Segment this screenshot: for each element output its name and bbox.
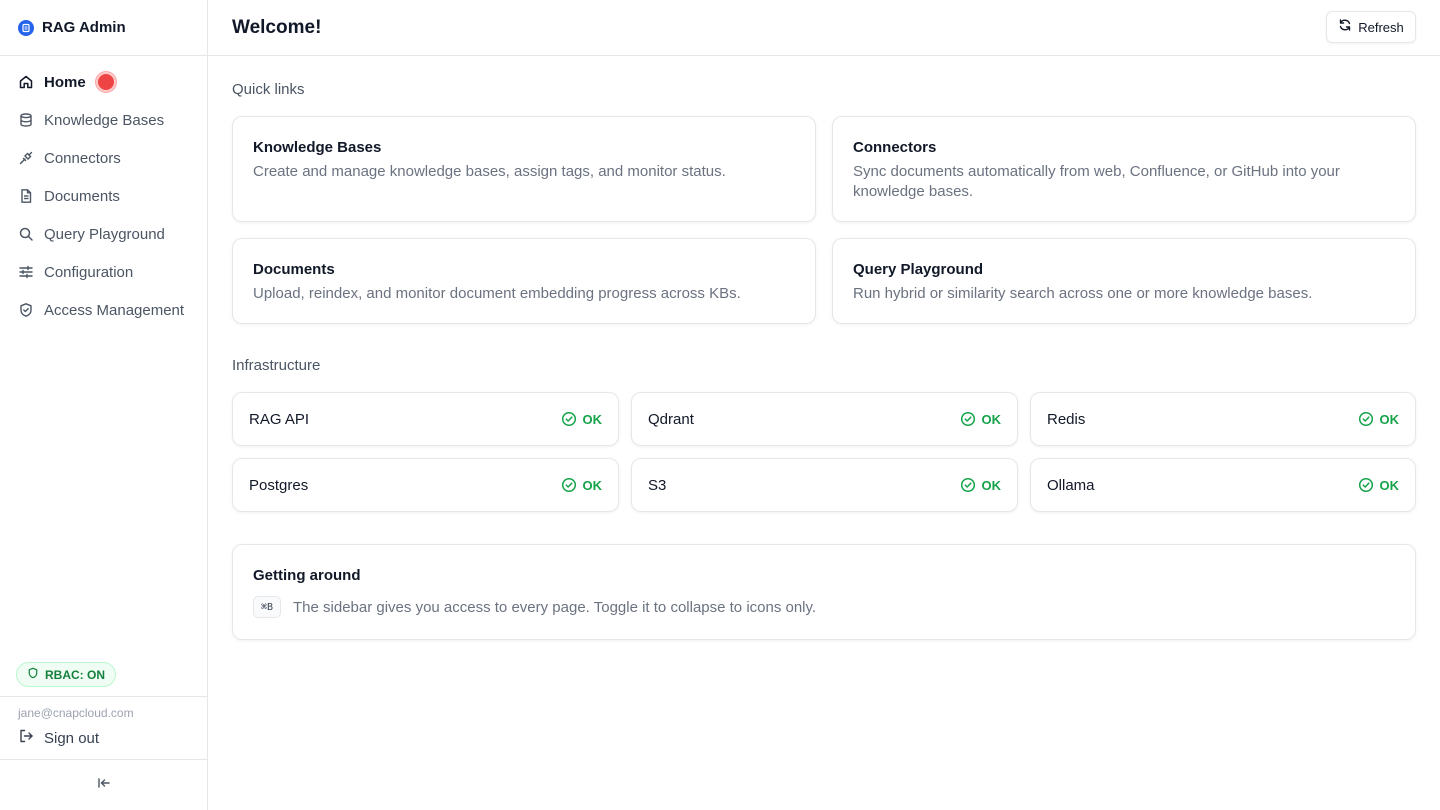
rbac-label: RBAC: ON: [45, 667, 105, 682]
sidebar-item-label: Home: [44, 73, 86, 91]
service-card-s3: S3 OK: [631, 458, 1018, 512]
service-card-qdrant: Qdrant OK: [631, 392, 1018, 446]
check-circle-icon: [960, 411, 975, 427]
status-badge: OK: [1358, 477, 1400, 493]
service-card-rag-api: RAG API OK: [232, 392, 619, 446]
status-label: OK: [582, 411, 603, 427]
sidebar-item-label: Connectors: [44, 149, 121, 167]
quick-link-connectors[interactable]: Connectors Sync documents automatically …: [832, 116, 1416, 222]
page-header: Welcome! Refresh: [208, 0, 1440, 56]
service-card-postgres: Postgres OK: [232, 458, 619, 512]
status-badge: OK: [561, 477, 603, 493]
sign-out-button[interactable]: Sign out: [18, 728, 189, 749]
check-circle-icon: [561, 411, 576, 427]
quick-links-title: Quick links: [232, 81, 305, 98]
sidebar-item-connectors[interactable]: Connectors: [0, 139, 207, 177]
check-circle-icon: [1358, 411, 1373, 427]
sidebar-item-documents[interactable]: Documents: [0, 177, 207, 215]
infrastructure-title: Infrastructure: [232, 357, 321, 374]
user-email: jane@cnapcloud.com: [18, 706, 134, 720]
sidebar-item-home[interactable]: Home: [0, 63, 207, 101]
service-name: Postgres: [249, 476, 309, 494]
brand[interactable]: RAG Admin: [0, 0, 207, 56]
status-label: OK: [981, 477, 1002, 493]
plug-icon: [18, 150, 34, 166]
quick-link-description: Sync documents automatically from web, C…: [853, 163, 1340, 200]
database-icon: [18, 112, 34, 128]
status-badge: OK: [960, 477, 1002, 493]
sidebar-nav: Home Knowledge Bases Connectors Document…: [0, 56, 207, 329]
quick-link-title: Knowledge Bases: [253, 139, 382, 156]
status-label: OK: [1379, 477, 1400, 493]
collapse-sidebar-button[interactable]: [0, 759, 207, 810]
getting-around-row: ⌘B The sidebar gives you access to every…: [253, 596, 1395, 618]
getting-around-card: Getting around ⌘B The sidebar gives you …: [232, 544, 1416, 640]
quick-link-knowledge-bases[interactable]: Knowledge Bases Create and manage knowle…: [232, 116, 816, 222]
sidebar: RAG Admin Home Knowledge Bases Connector…: [0, 0, 208, 810]
status-label: OK: [1379, 411, 1400, 427]
service-card-redis: Redis OK: [1030, 392, 1416, 446]
quick-link-description: Upload, reindex, and monitor document em…: [253, 285, 741, 302]
status-badge: OK: [561, 411, 603, 427]
sign-out-label: Sign out: [44, 730, 100, 747]
sidebar-item-label: Configuration: [44, 263, 134, 281]
logo-icon: [18, 19, 34, 36]
service-card-ollama: Ollama OK: [1030, 458, 1416, 512]
sidebar-item-knowledge-bases[interactable]: Knowledge Bases: [0, 101, 207, 139]
refresh-button[interactable]: Refresh: [1326, 11, 1416, 43]
sign-out-icon: [18, 728, 34, 749]
quick-link-documents[interactable]: Documents Upload, reindex, and monitor d…: [232, 238, 816, 324]
service-name: Qdrant: [648, 410, 694, 428]
quick-link-title: Query Playground: [853, 261, 984, 278]
status-badge: OK: [960, 411, 1002, 427]
quick-link-title: Connectors: [853, 139, 937, 156]
rbac-badge: RBAC: ON: [16, 662, 116, 687]
service-name: Ollama: [1047, 476, 1095, 494]
home-icon: [18, 74, 34, 90]
sidebar-item-label: Documents: [44, 187, 120, 205]
page-title: Welcome!: [232, 16, 322, 38]
service-name: Redis: [1047, 410, 1086, 428]
user-block: jane@cnapcloud.com Sign out: [0, 696, 207, 760]
sidebar-item-label: Query Playground: [44, 225, 165, 243]
shield-icon: [27, 666, 39, 684]
sidebar-item-access-management[interactable]: Access Management: [0, 291, 207, 329]
getting-around-description: The sidebar gives you access to every pa…: [293, 598, 817, 616]
quick-link-description: Create and manage knowledge bases, assig…: [253, 163, 726, 180]
status-badge: OK: [1358, 411, 1400, 427]
app-title: RAG Admin: [42, 19, 126, 36]
service-name: RAG API: [249, 410, 310, 428]
document-icon: [18, 188, 34, 204]
getting-around-title: Getting around: [253, 567, 361, 584]
quick-link-title: Documents: [253, 261, 335, 278]
check-circle-icon: [1358, 477, 1373, 493]
sidebar-item-label: Access Management: [44, 301, 185, 319]
quick-link-query-playground[interactable]: Query Playground Run hybrid or similarit…: [832, 238, 1416, 324]
collapse-icon: [97, 776, 111, 795]
service-name: S3: [648, 476, 667, 494]
refresh-label: Refresh: [1358, 19, 1404, 35]
check-circle-icon: [561, 477, 576, 493]
status-label: OK: [981, 411, 1002, 427]
sliders-icon: [18, 264, 34, 280]
search-icon: [18, 226, 34, 242]
shortcut-key: ⌘B: [253, 596, 281, 618]
notification-dot: [95, 72, 116, 92]
sidebar-item-configuration[interactable]: Configuration: [0, 253, 207, 291]
quick-link-description: Run hybrid or similarity search across o…: [853, 285, 1313, 302]
refresh-icon: [1338, 18, 1352, 37]
status-label: OK: [582, 477, 603, 493]
sidebar-item-label: Knowledge Bases: [44, 111, 165, 129]
check-circle-icon: [960, 477, 975, 493]
shield-icon: [18, 302, 34, 318]
sidebar-item-query-playground[interactable]: Query Playground: [0, 215, 207, 253]
